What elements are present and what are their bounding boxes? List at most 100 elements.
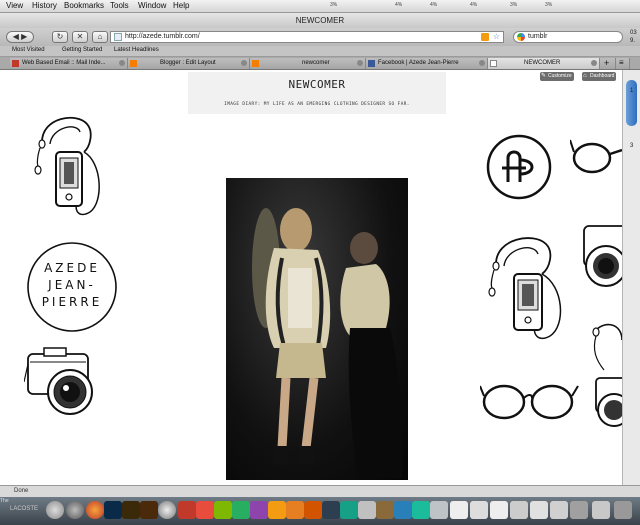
menu-tools[interactable]: Tools	[110, 1, 129, 10]
reload-icon: ↻	[56, 32, 64, 41]
app-icon[interactable]	[358, 501, 376, 519]
runway-photo-figures	[252, 208, 403, 478]
illustrator-icon[interactable]	[140, 501, 158, 519]
document-icon[interactable]	[530, 501, 548, 519]
menu-history[interactable]: History	[32, 1, 57, 10]
app-icon[interactable]	[394, 501, 412, 519]
close-icon[interactable]	[479, 60, 485, 66]
app-icon[interactable]	[196, 501, 214, 519]
document-icon[interactable]	[470, 501, 488, 519]
tab-facebook[interactable]: Facebook | Azede Jean-Pierre	[366, 58, 488, 69]
status-meter: 3%	[510, 2, 518, 8]
home-button[interactable]: ⌂	[92, 31, 108, 43]
camera-illustration	[595, 377, 622, 427]
blog-header: NEWCOMER IMAGE DIARY: MY LIFE AS AN EMER…	[188, 72, 446, 114]
site-identity-icon[interactable]	[114, 33, 122, 41]
stop-button[interactable]: ✕	[72, 31, 88, 43]
status-meter: 3%	[545, 2, 553, 8]
menu-bookmarks[interactable]: Bookmarks	[64, 1, 104, 10]
logo-line: AZEDE	[44, 261, 100, 275]
app-icon[interactable]	[232, 501, 250, 519]
tab-webmail[interactable]: Web Based Email :: Mail Inde...	[10, 58, 128, 69]
app-icon[interactable]	[340, 501, 358, 519]
trash-icon[interactable]	[614, 501, 632, 519]
url-input[interactable]: http://azede.tumblr.com/ ☆	[110, 31, 504, 43]
photoshop-icon[interactable]	[104, 501, 122, 519]
close-icon[interactable]	[241, 60, 247, 66]
edge-text: 03	[630, 30, 637, 36]
dock-edge-text: The	[0, 498, 9, 504]
folder-icon[interactable]	[570, 501, 588, 519]
app-icon[interactable]	[178, 501, 196, 519]
new-tab-button[interactable]: +	[600, 58, 616, 69]
runway-photo[interactable]	[226, 178, 408, 480]
tab-label: Facebook | Azede Jean-Pierre	[378, 60, 459, 66]
back-arrow-icon: ◀	[12, 32, 19, 41]
reload-button[interactable]: ↻	[52, 31, 68, 43]
logo-text: AZEDE JEAN- PIERRE	[22, 260, 122, 311]
bridge-icon[interactable]	[122, 501, 140, 519]
status-meter: 4%	[470, 2, 478, 8]
app-icon[interactable]	[268, 501, 286, 519]
logo-line: PIERRE	[41, 295, 103, 309]
menu-window[interactable]: Window	[138, 1, 166, 10]
app-icon[interactable]	[158, 501, 176, 519]
tab-newcomer-active[interactable]: NEWCOMER	[488, 58, 600, 69]
home-icon: ⌂	[97, 32, 103, 41]
tab-blogger[interactable]: Blogger : Edit Layout	[128, 58, 250, 69]
edge-text: 1	[630, 88, 634, 94]
app-icon[interactable]	[430, 501, 448, 519]
back-forward-button[interactable]: ◀ ▶	[6, 31, 34, 43]
clock-icon[interactable]	[66, 501, 84, 519]
tab-label: Web Based Email :: Mail Inde...	[22, 60, 106, 66]
tab-label: NEWCOMER	[524, 60, 561, 66]
camera-illustration	[24, 347, 93, 415]
app-icon[interactable]	[412, 501, 430, 519]
document-icon[interactable]	[550, 501, 568, 519]
tab-label: newcomer	[302, 60, 330, 66]
finder-icon[interactable]	[46, 501, 64, 519]
tab-label: Blogger : Edit Layout	[160, 60, 216, 66]
stop-icon: ✕	[76, 32, 84, 41]
app-icon[interactable]	[322, 501, 340, 519]
status-text: Done	[14, 488, 29, 494]
document-icon[interactable]	[490, 501, 508, 519]
close-icon[interactable]	[591, 60, 597, 66]
customize-button[interactable]: ✎ Customize	[540, 72, 574, 81]
page-viewport: ✎ Customize ⌂ Dashboard NEWCOMER IMAGE D…	[10, 70, 622, 485]
bookmark-star-icon[interactable]: ☆	[493, 32, 500, 42]
document-icon[interactable]	[450, 501, 468, 519]
sunglasses-illustration	[570, 139, 622, 174]
app-icon[interactable]	[376, 501, 394, 519]
list-all-tabs-button[interactable]: ≡	[616, 58, 630, 69]
dashboard-label: Dashboard	[590, 73, 615, 79]
blog-title[interactable]: NEWCOMER	[188, 78, 446, 91]
dock-edge-text: LACOSTE	[10, 506, 39, 512]
app-icon[interactable]	[214, 501, 232, 519]
app-icon[interactable]	[304, 501, 322, 519]
firefox-icon[interactable]	[86, 501, 104, 519]
blogger-favicon-icon	[252, 60, 259, 67]
sunglasses-illustration	[480, 384, 579, 420]
app-icon[interactable]	[250, 501, 268, 519]
document-icon[interactable]	[592, 501, 610, 519]
bookmark-most-visited[interactable]: Most Visited	[12, 47, 45, 53]
app-icon[interactable]	[286, 501, 304, 519]
bookmark-latest-headlines[interactable]: Latest Headlines	[114, 47, 159, 53]
page-favicon-icon	[490, 60, 497, 67]
search-input[interactable]: tumblr	[513, 31, 623, 43]
home-icon: ⌂	[583, 73, 587, 79]
search-engine-icon[interactable]	[517, 33, 525, 41]
window-title: NEWCOMER	[295, 16, 345, 25]
document-icon[interactable]	[510, 501, 528, 519]
blogger-favicon-icon	[130, 60, 137, 67]
dashboard-button[interactable]: ⌂ Dashboard	[582, 72, 617, 81]
window-titlebar: NEWCOMER	[0, 13, 640, 28]
menu-help[interactable]: Help	[173, 1, 189, 10]
rss-icon[interactable]	[481, 33, 489, 41]
bookmark-getting-started[interactable]: Getting Started	[62, 47, 102, 53]
close-icon[interactable]	[357, 60, 363, 66]
menu-view[interactable]: View	[6, 1, 23, 10]
close-icon[interactable]	[119, 60, 125, 66]
tab-newcomer[interactable]: newcomer	[250, 58, 366, 69]
